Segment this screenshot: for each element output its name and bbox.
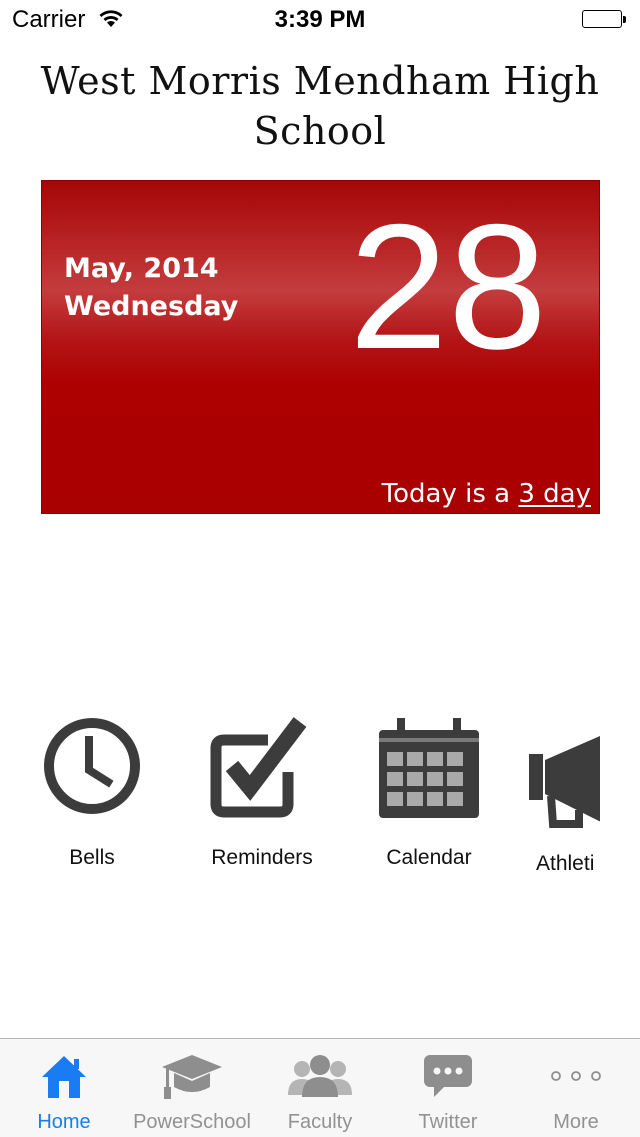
day-number: 28 — [349, 187, 547, 386]
date-card[interactable]: May, 2014 Wednesday 28 Today is a 3 day — [41, 180, 600, 514]
day-type-line: Today is a 3 day — [382, 479, 591, 509]
calendar-label: Calendar — [386, 846, 472, 869]
tab-faculty-label: Faculty — [287, 1111, 353, 1133]
month-year-label: May, 2014 — [64, 253, 219, 284]
bells-button[interactable]: Bells — [7, 716, 177, 886]
calendar-icon — [377, 716, 481, 825]
athletics-label: Athleti — [536, 852, 595, 875]
tab-more-label: More — [553, 1111, 599, 1133]
calendar-button[interactable]: Calendar — [344, 716, 514, 886]
speech-bubble-icon — [422, 1053, 474, 1104]
reminders-label: Reminders — [211, 846, 313, 869]
tab-powerschool-label: PowerSchool — [133, 1111, 251, 1133]
day-type-link[interactable]: 3 day — [518, 479, 591, 509]
clock-time: 3:39 PM — [274, 6, 366, 33]
bells-label: Bells — [69, 846, 115, 869]
more-dots-icon — [550, 1069, 602, 1088]
status-bar: Carrier 3:39 PM — [0, 0, 640, 40]
tab-faculty[interactable]: Faculty — [256, 1039, 384, 1137]
people-icon — [286, 1053, 354, 1102]
athletics-button[interactable]: Athleti — [519, 716, 600, 886]
graduation-cap-icon — [160, 1053, 224, 1106]
clock-icon — [42, 716, 142, 821]
megaphone-icon — [529, 730, 600, 835]
shortcut-row[interactable]: Bells Reminders Calendar Athleti — [0, 716, 600, 896]
tab-more[interactable]: More — [512, 1039, 640, 1137]
tab-twitter[interactable]: Twitter — [384, 1039, 512, 1137]
weekday-label: Wednesday — [64, 291, 239, 322]
today-prefix: Today is a — [381, 479, 511, 509]
tab-home-label: Home — [37, 1111, 91, 1133]
checkbox-icon — [210, 716, 314, 825]
tab-home[interactable]: Home — [0, 1039, 128, 1137]
tab-powerschool[interactable]: PowerSchool — [128, 1039, 256, 1137]
reminders-button[interactable]: Reminders — [177, 716, 347, 886]
home-icon — [40, 1053, 88, 1106]
tab-bar: Home PowerSchool Faculty Twitter More — [0, 1038, 640, 1137]
tab-twitter-label: Twitter — [418, 1111, 478, 1133]
page-title: West Morris Mendham High School — [40, 59, 600, 153]
battery-icon — [582, 10, 628, 30]
